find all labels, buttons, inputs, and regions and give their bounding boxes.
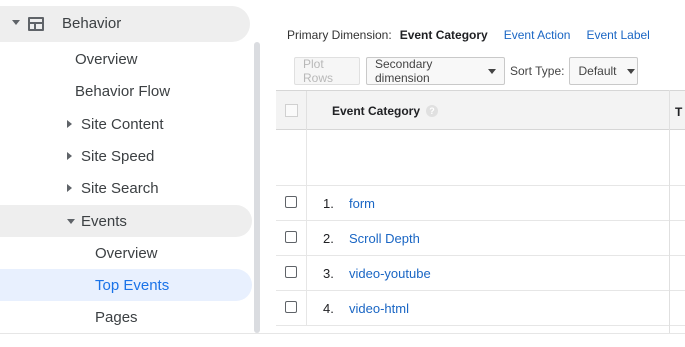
- sidebar-item-label: Overview: [75, 50, 138, 68]
- sidebar-item-site-content[interactable]: Site Content: [67, 108, 164, 140]
- plot-rows-label: Plot Rows: [303, 57, 334, 85]
- sidebar-item-label: Site Content: [81, 115, 164, 133]
- table-row: 1. form: [276, 186, 685, 221]
- dimension-event-category[interactable]: Event Category: [400, 28, 488, 42]
- sort-type-label: Sort Type:: [510, 64, 565, 78]
- chevron-right-icon: [67, 120, 72, 128]
- column-header-label: Event Category: [332, 104, 421, 118]
- bottom-divider: [0, 333, 685, 334]
- sidebar-item-pages[interactable]: Pages: [95, 301, 138, 333]
- event-category-link[interactable]: form: [349, 196, 375, 211]
- row-checkbox[interactable]: [285, 231, 297, 243]
- row-index: 1.: [323, 196, 334, 211]
- column-divider: [306, 130, 307, 186]
- table-toolbar: Plot Rows Secondary dimension Sort Type:…: [294, 57, 639, 85]
- sidebar-item-label: Site Speed: [81, 147, 155, 165]
- sort-type-value: Default: [578, 64, 617, 78]
- chevron-down-icon: [12, 20, 20, 25]
- sidebar-item-site-speed[interactable]: Site Speed: [67, 140, 154, 172]
- column-divider: [306, 221, 307, 256]
- behavior-icon: [28, 17, 44, 31]
- sidebar-item-label: Pages: [95, 308, 138, 326]
- row-checkbox[interactable]: [285, 266, 297, 278]
- sidebar-item-events-overview[interactable]: Overview: [95, 237, 158, 269]
- column-divider: [669, 90, 670, 333]
- sidebar-item-behavior[interactable]: Behavior: [0, 6, 250, 42]
- chevron-right-icon: [67, 184, 72, 192]
- sort-type-dropdown[interactable]: Default: [569, 57, 639, 85]
- table-row: 2. Scroll Depth: [276, 221, 685, 256]
- sidebar-item-top-events[interactable]: Top Events: [0, 269, 252, 301]
- chevron-down-icon: [67, 218, 75, 224]
- sidebar-item-label: Behavior Flow: [75, 82, 171, 100]
- row-checkbox[interactable]: [285, 301, 297, 313]
- sidebar-item-overview[interactable]: Overview: [75, 43, 138, 75]
- column-header-total-partial[interactable]: T: [675, 105, 682, 119]
- sidebar-item-behavior-flow[interactable]: Behavior Flow: [75, 75, 170, 107]
- table-row: 3. video-youtube: [276, 256, 685, 291]
- select-all-checkbox[interactable]: [285, 104, 298, 117]
- row-checkbox[interactable]: [285, 196, 297, 208]
- sidebar-item-label: Events: [81, 212, 127, 230]
- primary-dimension-bar: Primary Dimension: Event Category Event …: [287, 28, 666, 42]
- event-category-link[interactable]: video-html: [349, 301, 409, 316]
- dropdown-arrow-icon: [488, 68, 496, 74]
- report-panel: Primary Dimension: Event Category Event …: [276, 0, 685, 333]
- sidebar-item-events[interactable]: Events: [0, 205, 252, 237]
- dimension-event-action[interactable]: Event Action: [504, 28, 571, 42]
- column-header-event-category[interactable]: Event Category ?: [332, 104, 439, 118]
- data-table: Event Category ? T 1. form 2. Scroll Dep…: [276, 90, 685, 333]
- dimension-event-label[interactable]: Event Label: [586, 28, 649, 42]
- row-index: 3.: [323, 266, 334, 281]
- sidebar-item-label: Behavior: [62, 15, 122, 32]
- event-category-link[interactable]: video-youtube: [349, 266, 431, 281]
- help-icon[interactable]: ?: [426, 105, 439, 117]
- dropdown-arrow-icon: [626, 68, 635, 74]
- column-divider: [306, 256, 307, 291]
- plot-rows-button[interactable]: Plot Rows: [294, 57, 360, 85]
- column-divider: [306, 186, 307, 221]
- secondary-dimension-dropdown[interactable]: Secondary dimension: [366, 57, 505, 85]
- column-divider: [306, 91, 307, 131]
- sidebar-item-site-search[interactable]: Site Search: [67, 172, 159, 204]
- column-divider: [306, 291, 307, 326]
- sidebar-item-label: Site Search: [81, 179, 159, 197]
- sidebar-nav: Behavior Overview Behavior Flow Site Con…: [0, 0, 262, 333]
- table-row: 4. video-html: [276, 291, 685, 326]
- row-index: 2.: [323, 231, 334, 246]
- table-header: Event Category ? T: [276, 90, 685, 131]
- sidebar-item-label: Overview: [95, 244, 158, 262]
- chevron-right-icon: [67, 152, 72, 160]
- row-index: 4.: [323, 301, 334, 316]
- primary-dimension-label: Primary Dimension:: [287, 28, 392, 42]
- sidebar-item-label: Top Events: [95, 276, 170, 294]
- event-category-link[interactable]: Scroll Depth: [349, 231, 420, 246]
- secondary-dimension-label: Secondary dimension: [375, 57, 433, 85]
- sidebar-scrollbar[interactable]: [254, 42, 260, 333]
- summary-row: [276, 130, 685, 186]
